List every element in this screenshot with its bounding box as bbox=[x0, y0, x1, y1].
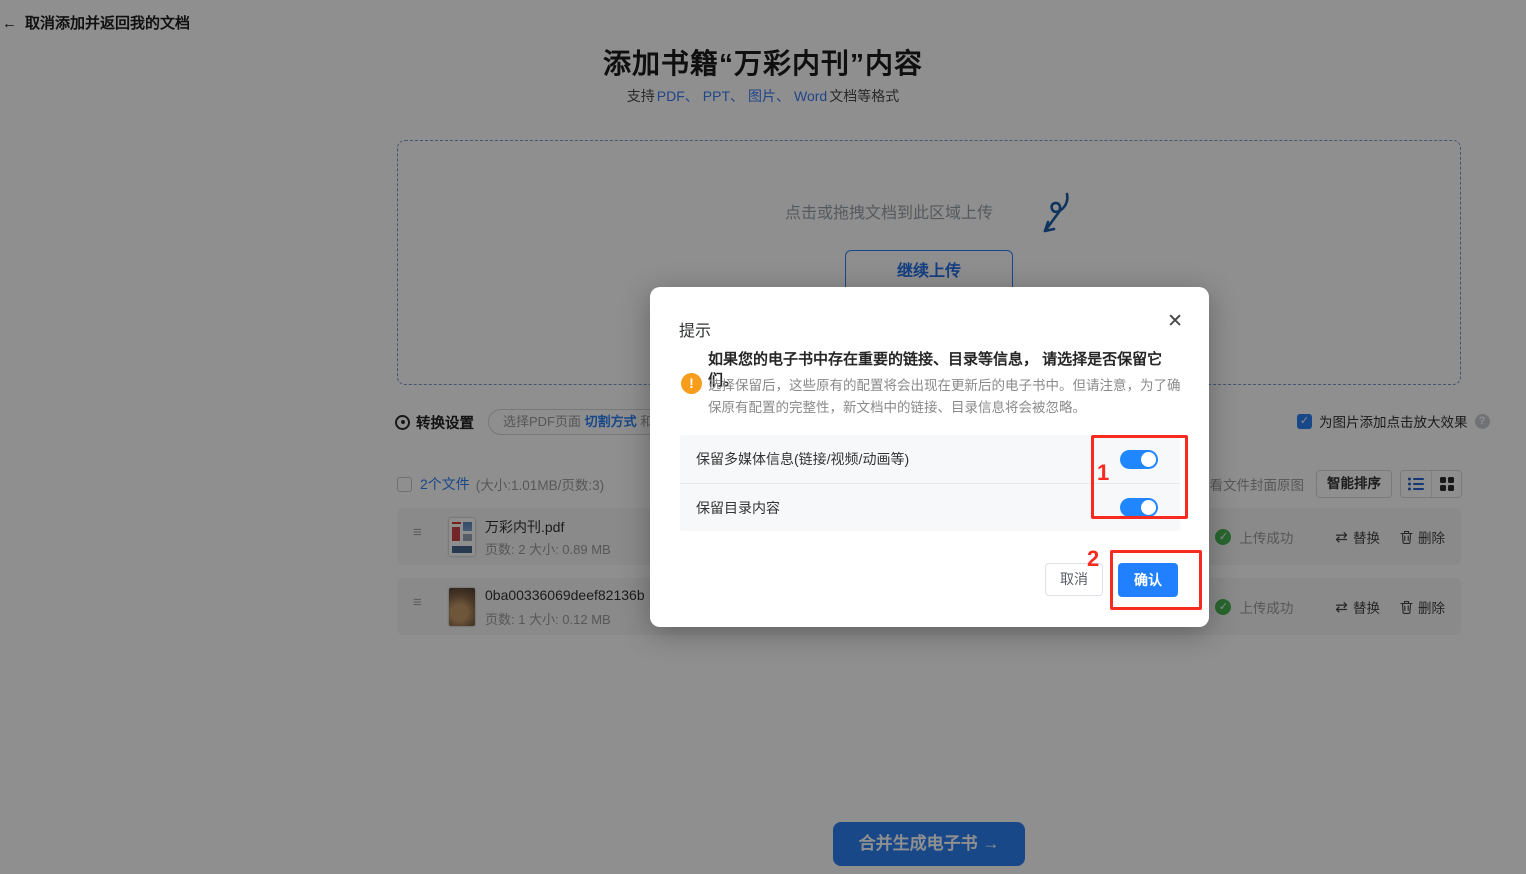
annotation-step-1: 1 bbox=[1097, 460, 1109, 486]
annotation-step-2: 2 bbox=[1087, 546, 1099, 572]
keep-multimedia-label: 保留多媒体信息(链接/视频/动画等) bbox=[696, 449, 909, 469]
dialog-warning-text: 选择保留后，这些原有的配置将会出现在更新后的电子书中。但请注意，为了确保原有配置… bbox=[708, 375, 1190, 419]
dialog-title: 提示 bbox=[679, 317, 711, 341]
warning-icon: ! bbox=[681, 373, 702, 394]
keep-toc-label: 保留目录内容 bbox=[696, 498, 780, 518]
annotation-box-confirm bbox=[1110, 550, 1202, 610]
close-icon[interactable]: ✕ bbox=[1167, 312, 1183, 331]
add-book-page: ←取消添加并返回我的文档 添加书籍“万彩内刊”内容 支持PDF、PPT、图片、W… bbox=[0, 0, 1526, 874]
